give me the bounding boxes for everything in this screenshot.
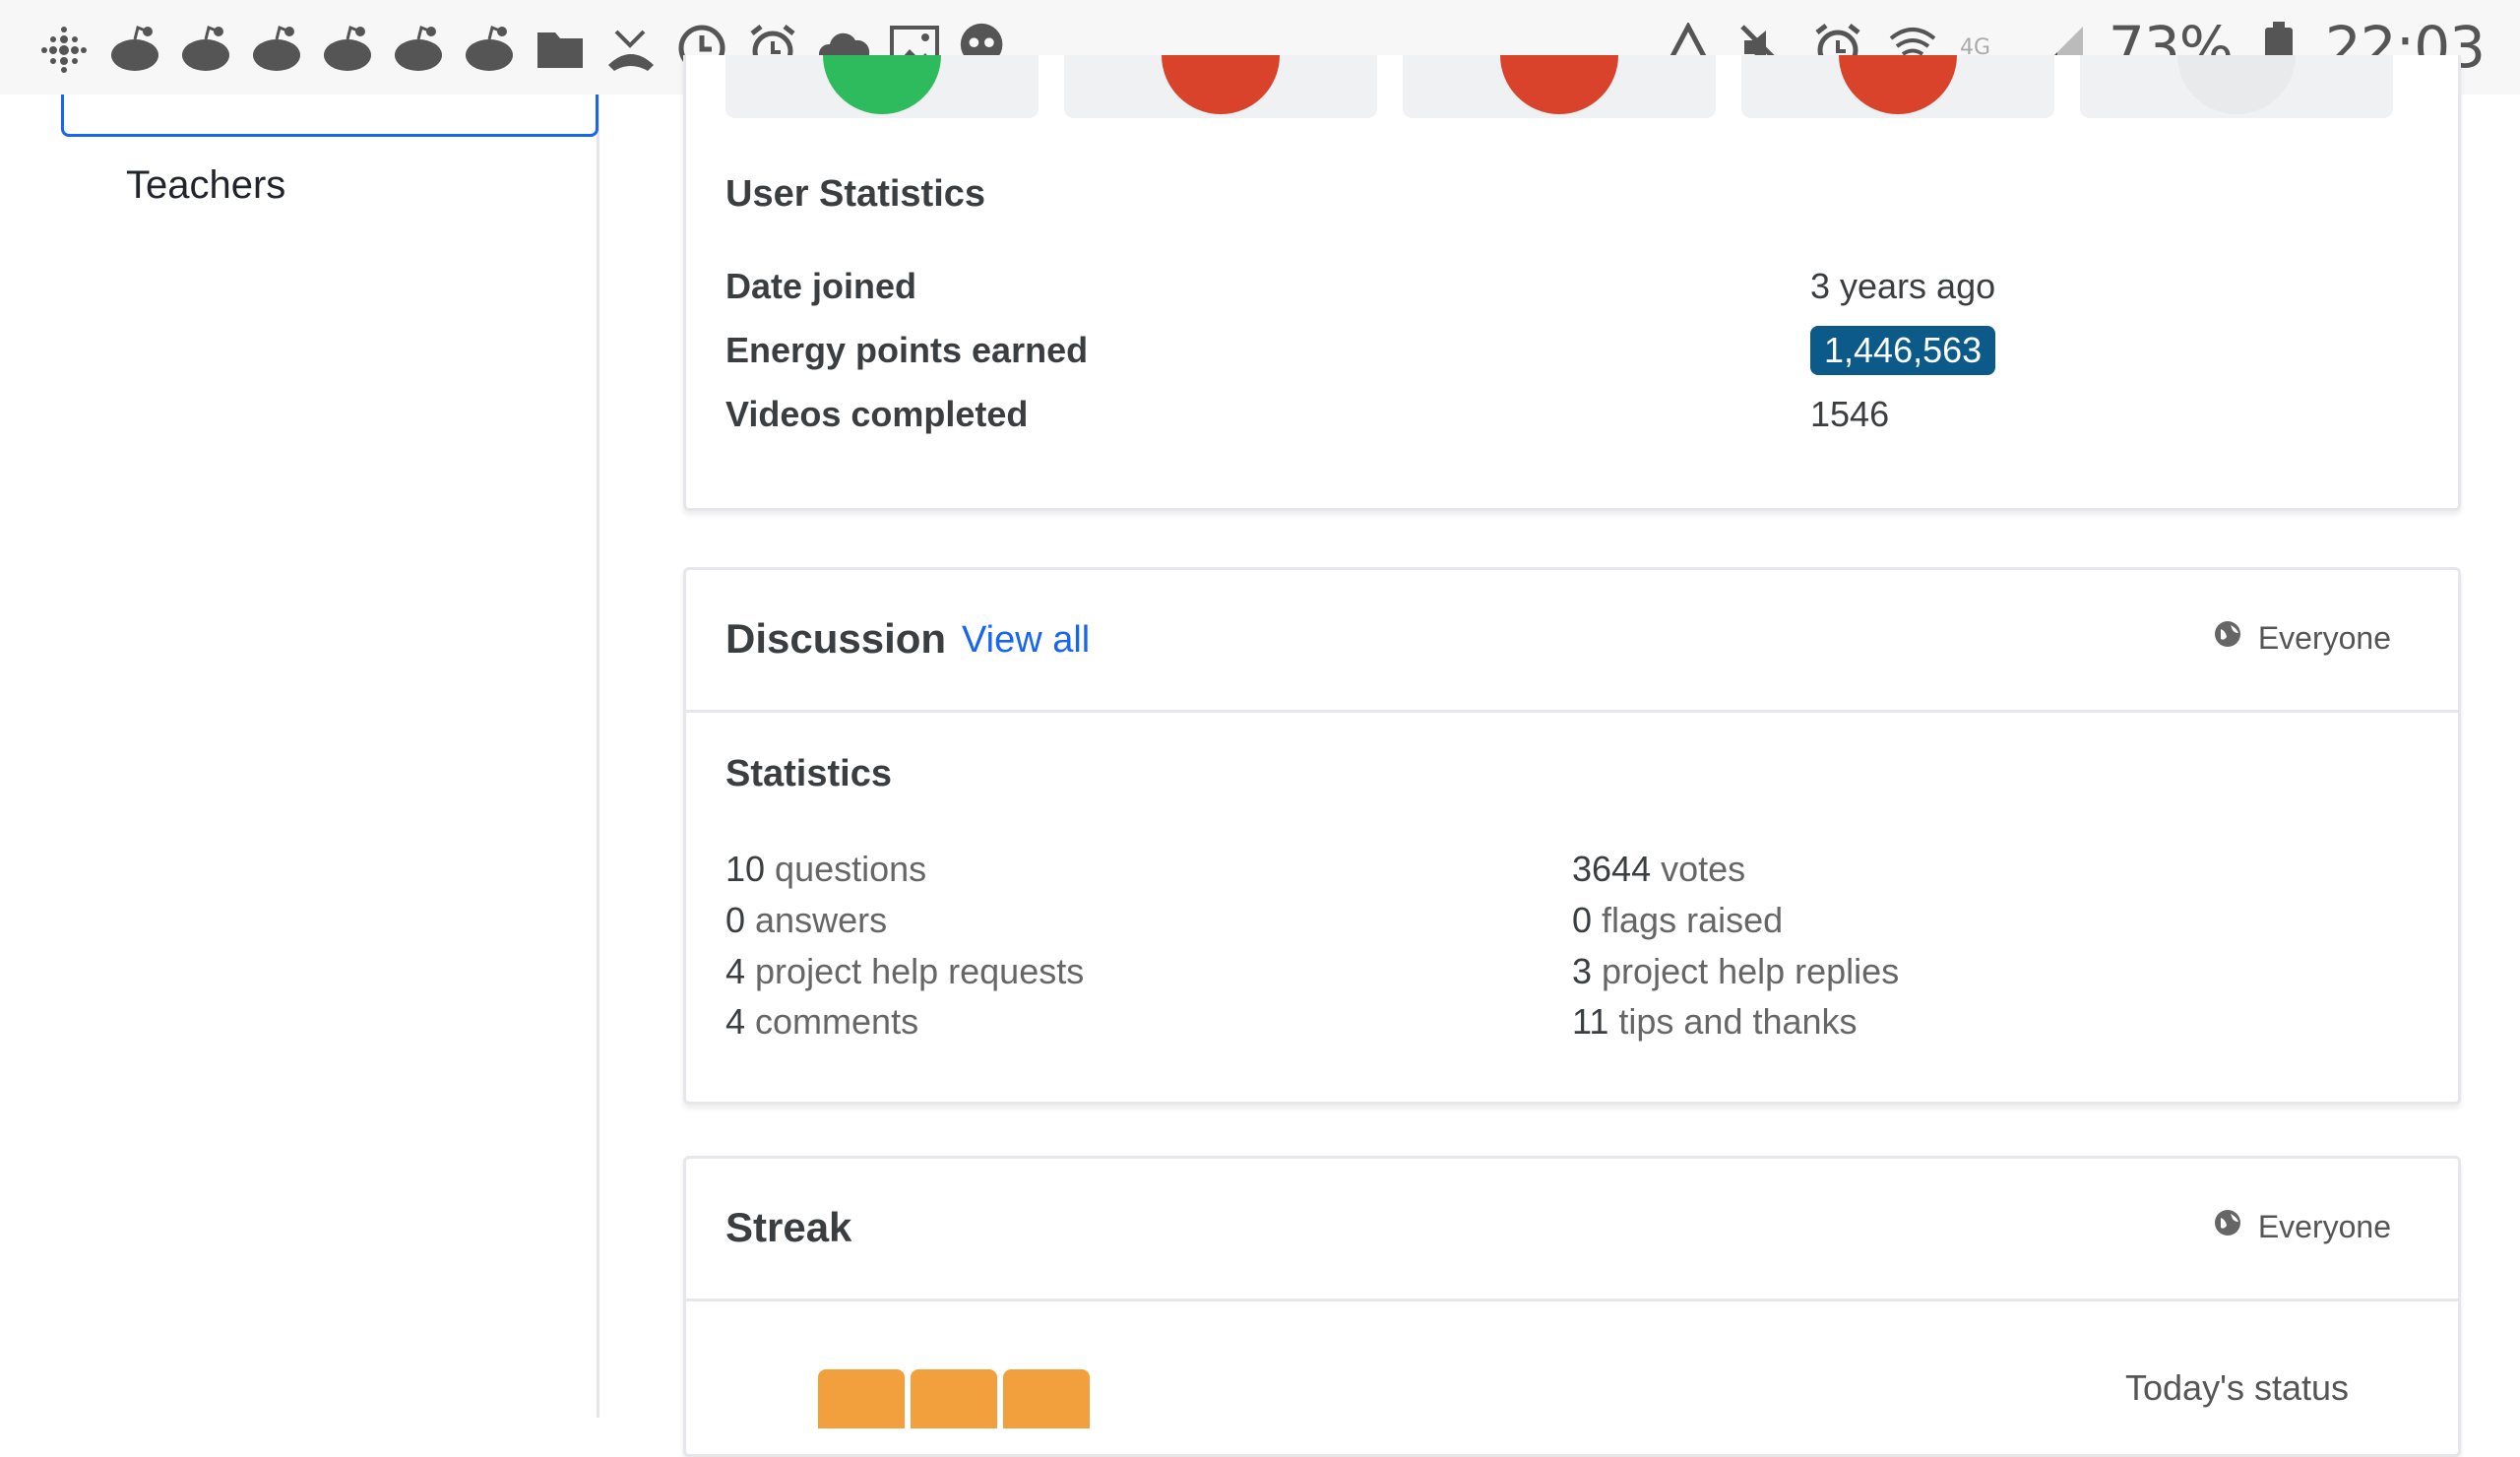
visibility-label: Everyone (2257, 619, 2391, 656)
stat-tips-and-thanks: 11 tips and thanks (1572, 1001, 1858, 1042)
badge-row (725, 55, 2393, 118)
videos-completed-value: 1546 (1810, 394, 1890, 434)
stat-votes: 3644 votes (1572, 849, 1746, 889)
user-statistics-title: User Statistics (725, 173, 986, 215)
stat-project-help-replies: 3 project help replies (1572, 951, 1900, 991)
date-joined-label: Date joined (725, 266, 917, 306)
globe-icon (2213, 619, 2242, 657)
reddit-icon (248, 20, 305, 77)
streak-day-box (911, 1369, 997, 1428)
reddit-icon (106, 20, 163, 77)
stat-flags-raised: 0 flags raised (1572, 900, 1784, 940)
stat-comments: 4 comments (725, 1001, 919, 1042)
badge[interactable] (2080, 55, 2393, 118)
stat-answers: 0 answers (725, 900, 888, 940)
badge[interactable] (1064, 55, 1377, 118)
streak-header: Streak Everyone (686, 1159, 2458, 1301)
fitbit-icon (35, 20, 93, 77)
badge[interactable] (1403, 55, 1716, 118)
discussion-title: Discussion (725, 615, 947, 662)
stat-questions: 10 questions (725, 849, 927, 889)
badge[interactable] (725, 55, 1039, 118)
statistics-title: Statistics (725, 753, 892, 794)
discussion-visibility[interactable]: Everyone (2213, 619, 2391, 657)
videos-completed-label: Videos completed (725, 394, 1029, 434)
globe-icon (2213, 1208, 2242, 1245)
sidebar: Teachers (0, 95, 599, 1418)
badge-icon (1839, 55, 1957, 114)
user-statistics-card: User Statistics Date joined 3 years ago … (683, 55, 2461, 511)
streak-visibility[interactable]: Everyone (2213, 1208, 2391, 1245)
todays-status-label: Today's status (2125, 1367, 2349, 1408)
stat-project-help-requests: 4 project help requests (725, 951, 1085, 991)
reddit-icon (319, 20, 376, 77)
energy-points-label: Energy points earned (725, 330, 1089, 370)
badge-icon (1500, 55, 1618, 114)
badge-icon (2177, 55, 2296, 114)
view-all-link[interactable]: View all (962, 619, 1090, 662)
badge[interactable] (1741, 55, 2054, 118)
energy-points-value: 1,446,563 (1810, 326, 1996, 375)
discussion-card: Discussion View all Everyone Statistics … (683, 567, 2461, 1105)
streak-day-box (1003, 1369, 1090, 1428)
folder-icon (532, 20, 589, 77)
streak-card: Streak Everyone Today's status (683, 1156, 2461, 1457)
visibility-label: Everyone (2257, 1208, 2391, 1244)
reddit-icon (390, 20, 447, 77)
badge-icon (1162, 55, 1280, 114)
streak-day-box (818, 1369, 905, 1428)
badge-icon (823, 55, 941, 114)
discussion-header: Discussion View all Everyone (686, 570, 2458, 713)
reddit-icon (461, 20, 518, 77)
missed-call-icon (602, 20, 660, 77)
sidebar-selected-item[interactable] (61, 95, 598, 137)
sidebar-item-teachers[interactable]: Teachers (126, 163, 285, 208)
reddit-icon (177, 20, 234, 77)
date-joined-value: 3 years ago (1810, 266, 1996, 306)
streak-title: Streak (725, 1204, 852, 1250)
